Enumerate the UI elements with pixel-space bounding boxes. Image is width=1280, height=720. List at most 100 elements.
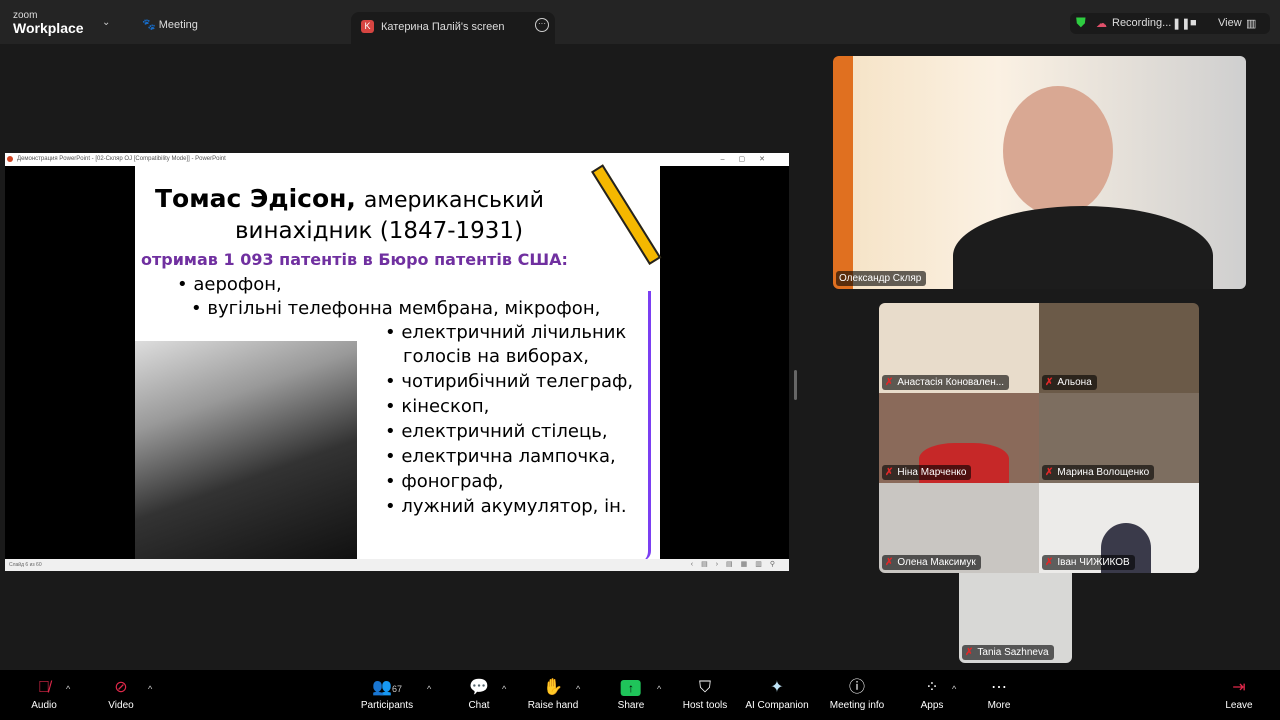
share-tab-label: Катерина Палій's screen bbox=[381, 21, 505, 33]
share-label: Share bbox=[617, 700, 645, 711]
share-button[interactable]: ↑ Share bbox=[617, 678, 645, 711]
leave-button[interactable]: ⇥ Leave bbox=[1225, 678, 1252, 711]
speaker-name: Олександр Скляр bbox=[836, 271, 927, 286]
meeting-tab[interactable]: 🐾 Meeting bbox=[142, 18, 198, 31]
view-layout-icon[interactable]: ▥ bbox=[1246, 17, 1256, 30]
slide-item: • чотирибічний телеграф, bbox=[385, 371, 634, 392]
speaker-video[interactable]: Олександр Скляр bbox=[833, 56, 1246, 289]
ai-companion-label: AI Companion bbox=[745, 700, 809, 711]
participants-label: Participants bbox=[360, 700, 414, 711]
muted-mic-icon: ✗ bbox=[885, 467, 894, 478]
slide-item: • кінескоп, bbox=[385, 396, 490, 417]
muted-mic-icon: ✗ bbox=[885, 377, 894, 388]
pause-icon[interactable]: ❚❚ bbox=[1172, 17, 1190, 30]
video-button[interactable]: ⊘ Video bbox=[108, 678, 133, 711]
chat-caret[interactable]: ^ bbox=[502, 684, 506, 694]
participant-name: Альона bbox=[1057, 377, 1092, 388]
host-tools-label: Host tools bbox=[682, 700, 728, 711]
recording-label: Recording... bbox=[1112, 17, 1172, 29]
participant-tile[interactable]: ✗ Альона bbox=[1039, 303, 1199, 393]
muted-mic-icon: ✗ bbox=[1045, 377, 1054, 388]
more-button[interactable]: ⋯ More bbox=[988, 678, 1011, 711]
zoom-logo: zoom Workplace bbox=[13, 11, 84, 36]
purple-scribble bbox=[637, 291, 651, 561]
apps-caret[interactable]: ^ bbox=[952, 684, 956, 694]
chat-icon: 💬 bbox=[469, 679, 489, 696]
speaker-body bbox=[953, 206, 1213, 289]
participant-name: Олена Максимук bbox=[897, 557, 976, 568]
logo-text: Workplace bbox=[13, 20, 84, 36]
video-off-icon: ⊘ bbox=[114, 679, 128, 696]
participants-button[interactable]: 👥67 Participants bbox=[361, 678, 413, 711]
chat-button[interactable]: 💬 Chat bbox=[468, 678, 489, 711]
chevron-down-icon[interactable]: ⌄ bbox=[102, 17, 110, 28]
slide-item: голосів на виборах, bbox=[403, 346, 589, 367]
raise-hand-button[interactable]: ✋ Raise hand bbox=[528, 678, 579, 711]
paw-icon: 🐾 bbox=[142, 19, 156, 31]
participant-name: Tania Sazhneva bbox=[977, 647, 1049, 658]
audio-options-caret[interactable]: ^ bbox=[66, 684, 70, 694]
more-icon: ⋯ bbox=[990, 679, 1007, 696]
speaker-name-label: Олександр Скляр bbox=[839, 273, 922, 284]
sharer-avatar: K bbox=[361, 20, 374, 33]
pencil-icon bbox=[591, 164, 662, 265]
meeting-toolbar: 🎙̸ Audio ^ ⊘ Video ^ 👥67 Participants ^ 💬 Ch… bbox=[0, 670, 1280, 720]
powerpoint-icon bbox=[7, 156, 13, 162]
chat-label: Chat bbox=[468, 700, 490, 711]
shield-icon: ⛉ bbox=[698, 679, 711, 696]
meeting-info-button[interactable]: ⓘ Meeting info bbox=[830, 678, 884, 711]
leave-icon: ⇥ bbox=[1232, 679, 1246, 696]
participant-tile[interactable]: ✗ Олена Максимук bbox=[879, 483, 1039, 573]
apps-label: Apps bbox=[920, 700, 944, 711]
slide-item: • вугільні телефонна мембрана, мікрофон, bbox=[191, 298, 601, 319]
audio-button[interactable]: 🎙̸ Audio bbox=[31, 678, 57, 711]
host-tools-button[interactable]: ⛉ Host tools bbox=[683, 678, 727, 711]
apps-button[interactable]: ⁘ Apps bbox=[921, 678, 944, 711]
share-icon: ↑ bbox=[618, 678, 645, 700]
ppt-title-bar: Демонстрация PowerPoint - [02-Скляр OJ [… bbox=[5, 153, 789, 166]
window-controls[interactable]: –▢✕ bbox=[721, 155, 779, 163]
view-button[interactable]: View bbox=[1218, 17, 1242, 29]
participant-tile[interactable]: ✗ Іван ЧИЖИКОВ bbox=[1039, 483, 1199, 573]
stop-icon[interactable]: ■ bbox=[1190, 17, 1197, 29]
muted-mic-icon: ✗ bbox=[1045, 557, 1054, 568]
participants-caret[interactable]: ^ bbox=[427, 684, 431, 694]
participant-tile[interactable]: ✗ Анастасія Коновален... bbox=[879, 303, 1039, 393]
video-options-caret[interactable]: ^ bbox=[148, 684, 152, 694]
participant-name: Марина Волощенко bbox=[1057, 467, 1150, 478]
info-icon: ⓘ bbox=[848, 679, 866, 696]
muted-mic-icon: ✗ bbox=[965, 647, 974, 658]
splitter-handle[interactable] bbox=[794, 370, 797, 400]
edison-photo bbox=[135, 341, 357, 559]
participant-name: Анастасія Коновален... bbox=[897, 377, 1005, 388]
reactions-caret[interactable]: ^ bbox=[576, 684, 580, 694]
meeting-label: Meeting bbox=[158, 19, 198, 31]
slide-item: • аерофон, bbox=[177, 274, 282, 295]
more-options-icon[interactable]: ··· bbox=[535, 18, 549, 32]
slide-item: • електричний стілець, bbox=[385, 421, 608, 442]
slide-counter: Слайд 6 из 60 bbox=[9, 562, 42, 568]
slide-title: Томас Эдісон, американський bbox=[155, 184, 544, 213]
participants-icon: 👥67 bbox=[372, 679, 402, 696]
slide-title-rest: американський bbox=[363, 188, 544, 213]
shield-check-icon: ⛊ bbox=[1076, 15, 1086, 30]
slide-title-line2: винахідник (1847-1931) bbox=[235, 218, 524, 244]
leave-label: Leave bbox=[1225, 700, 1253, 711]
participant-count: 67 bbox=[391, 684, 402, 694]
slide-item: • лужний акумулятор, ін. bbox=[385, 496, 627, 517]
share-caret[interactable]: ^ bbox=[657, 684, 661, 694]
screen-share-tab[interactable]: K Катерина Палій's screen ··· bbox=[351, 12, 555, 44]
participant-tile[interactable]: ✗ Tania Sazhneva bbox=[959, 573, 1072, 663]
ai-companion-button[interactable]: ✦ AI Companion bbox=[745, 678, 808, 711]
slide-title-bold: Томас Эдісон, bbox=[155, 184, 356, 213]
ppt-status-bar: Слайд 6 из 60 ‹▤›▤▦▥⚲ bbox=[5, 559, 789, 571]
participant-tile[interactable]: ✗ Марина Волощенко bbox=[1039, 393, 1199, 483]
slide-item: • електрична лампочка, bbox=[385, 446, 616, 467]
muted-mic-icon: ✗ bbox=[1045, 467, 1054, 478]
audio-label: Audio bbox=[31, 700, 57, 711]
mic-muted-icon: 🎙̸ bbox=[37, 679, 50, 696]
more-label: More bbox=[987, 700, 1011, 711]
view-controls[interactable]: ‹▤›▤▦▥⚲ bbox=[691, 560, 783, 568]
participant-tile[interactable]: ✗ Ніна Марченко bbox=[879, 393, 1039, 483]
apps-icon: ⁘ bbox=[925, 679, 939, 696]
